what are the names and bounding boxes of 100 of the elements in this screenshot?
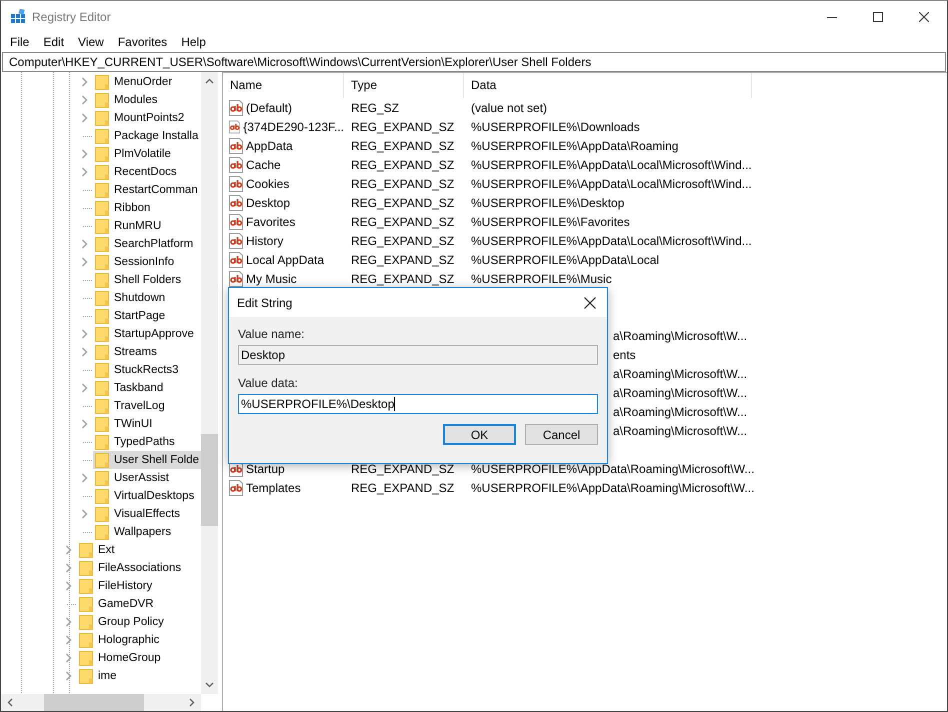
tree-item[interactable]: SessionInfo: [93, 253, 176, 271]
tree-item[interactable]: VirtualDesktops: [93, 487, 196, 505]
value-name[interactable]: AppData: [246, 138, 293, 152]
expand-chevron-icon[interactable]: [81, 257, 88, 267]
tree-item[interactable]: GameDVR: [77, 595, 156, 613]
dialog-title: Edit String: [237, 296, 292, 310]
value-data: %USERPROFILE%\Favorites: [470, 214, 631, 230]
folder-icon: [95, 236, 109, 252]
tree-item[interactable]: FileHistory: [77, 577, 154, 595]
value-type: REG_EXPAND_SZ: [350, 194, 456, 212]
value-name[interactable]: Startup: [246, 462, 285, 476]
close-icon: [919, 12, 929, 22]
value-name[interactable]: Cache: [246, 158, 281, 172]
column-header[interactable]: Type: [344, 73, 464, 98]
value-name[interactable]: Desktop: [246, 196, 290, 210]
tree-item[interactable]: Wallpapers: [93, 523, 174, 541]
tree-item[interactable]: PlmVolatile: [93, 145, 173, 163]
tree-item[interactable]: User Shell Folde: [93, 451, 201, 469]
value-data-field[interactable]: %USERPROFILE%\Desktop: [238, 394, 598, 414]
tree-item[interactable]: RestartComman: [93, 181, 200, 199]
value-name[interactable]: Templates: [246, 480, 301, 494]
folder-icon: [79, 614, 93, 630]
tree-item[interactable]: TWinUI: [93, 415, 154, 433]
tree-item[interactable]: ime: [77, 667, 119, 685]
string-value-icon: [229, 480, 243, 496]
folder-icon: [95, 308, 109, 324]
scroll-right-icon[interactable]: [189, 698, 195, 707]
menu-item[interactable]: View: [71, 35, 111, 49]
value-name[interactable]: Local AppData: [246, 252, 324, 266]
horizontal-scrollbar[interactable]: [1, 694, 201, 711]
value-name[interactable]: My Music: [246, 272, 297, 286]
scroll-down-icon[interactable]: [205, 682, 214, 688]
menu-item[interactable]: File: [3, 35, 36, 49]
tree-item[interactable]: Streams: [93, 343, 159, 361]
value-name[interactable]: {374DE290-123F...: [243, 120, 344, 134]
tree-item[interactable]: Ext: [77, 541, 117, 559]
tree-item[interactable]: RunMRU: [93, 217, 164, 235]
tree-item[interactable]: UserAssist: [93, 469, 171, 487]
ok-button[interactable]: OK: [443, 424, 516, 445]
column-header[interactable]: Name: [223, 73, 344, 98]
column-header[interactable]: Data: [464, 73, 752, 98]
tree-item[interactable]: Package Installa: [93, 127, 200, 145]
value-data: a\Roaming\Microsoft\W...: [612, 328, 748, 344]
tree-item[interactable]: RecentDocs: [93, 163, 179, 181]
value-name[interactable]: Cookies: [246, 176, 290, 190]
expand-chevron-icon[interactable]: [81, 329, 88, 339]
value-name[interactable]: Favorites: [246, 214, 296, 228]
expand-chevron-icon[interactable]: [81, 95, 88, 105]
expand-chevron-icon[interactable]: [81, 509, 88, 519]
tree-item[interactable]: VisualEffects: [93, 505, 182, 523]
tree-item[interactable]: SearchPlatform: [93, 235, 196, 253]
expand-chevron-icon[interactable]: [81, 149, 88, 159]
tree-item[interactable]: StuckRects3: [93, 361, 181, 379]
expand-chevron-icon[interactable]: [81, 167, 88, 177]
expand-chevron-icon[interactable]: [81, 473, 88, 483]
scroll-left-icon[interactable]: [7, 698, 13, 707]
value-name[interactable]: (Default): [246, 100, 292, 114]
vertical-scrollbar[interactable]: [201, 72, 218, 694]
tree-item[interactable]: MenuOrder: [93, 73, 174, 91]
scroll-thumb[interactable]: [201, 434, 218, 526]
folder-icon: [95, 290, 109, 306]
tree-item[interactable]: StartPage: [93, 307, 168, 325]
expand-chevron-icon[interactable]: [81, 419, 88, 429]
tree-item[interactable]: Ribbon: [93, 199, 152, 217]
expand-chevron-icon[interactable]: [65, 617, 72, 627]
tree-item[interactable]: FileAssociations: [77, 559, 184, 577]
expand-chevron-icon[interactable]: [81, 77, 88, 87]
value-data: a\Roaming\Microsoft\W...: [612, 404, 748, 420]
value-type: REG_EXPAND_SZ: [350, 270, 456, 288]
scroll-up-icon[interactable]: [205, 78, 214, 84]
address-bar[interactable]: Computer\HKEY_CURRENT_USER\Software\Microsoft\Windows\CurrentVersion\Explorer\User Shell Folders: [2, 52, 946, 72]
expand-chevron-icon[interactable]: [65, 635, 72, 645]
tree-item[interactable]: TypedPaths: [93, 433, 177, 451]
expand-chevron-icon[interactable]: [65, 563, 72, 573]
tree-item[interactable]: TravelLog: [93, 397, 167, 415]
scroll-thumb[interactable]: [44, 694, 144, 711]
folder-icon: [95, 92, 109, 108]
expand-chevron-icon[interactable]: [81, 113, 88, 123]
tree-item[interactable]: Modules: [93, 91, 160, 109]
cancel-button[interactable]: Cancel: [525, 424, 598, 445]
expand-chevron-icon[interactable]: [81, 239, 88, 249]
menu-item[interactable]: Favorites: [110, 35, 174, 49]
value-data: %USERPROFILE%\Downloads: [470, 118, 641, 136]
expand-chevron-icon[interactable]: [81, 347, 88, 357]
tree-item[interactable]: Taskband: [93, 379, 166, 397]
tree-item[interactable]: Shell Folders: [93, 271, 184, 289]
tree-item[interactable]: Shutdown: [93, 289, 168, 307]
menu-item[interactable]: Help: [174, 35, 213, 49]
expand-chevron-icon[interactable]: [65, 671, 72, 681]
expand-chevron-icon[interactable]: [65, 545, 72, 555]
tree-item[interactable]: Holographic: [77, 631, 162, 649]
expand-chevron-icon[interactable]: [65, 581, 72, 591]
expand-chevron-icon[interactable]: [81, 383, 88, 393]
tree-item[interactable]: HomeGroup: [77, 649, 163, 667]
expand-chevron-icon[interactable]: [65, 653, 72, 663]
tree-item[interactable]: StartupApprove: [93, 325, 196, 343]
menu-item[interactable]: Edit: [36, 35, 72, 49]
value-name[interactable]: History: [246, 234, 284, 248]
tree-item[interactable]: Group Policy: [77, 613, 166, 631]
tree-item[interactable]: MountPoints2: [93, 109, 186, 127]
